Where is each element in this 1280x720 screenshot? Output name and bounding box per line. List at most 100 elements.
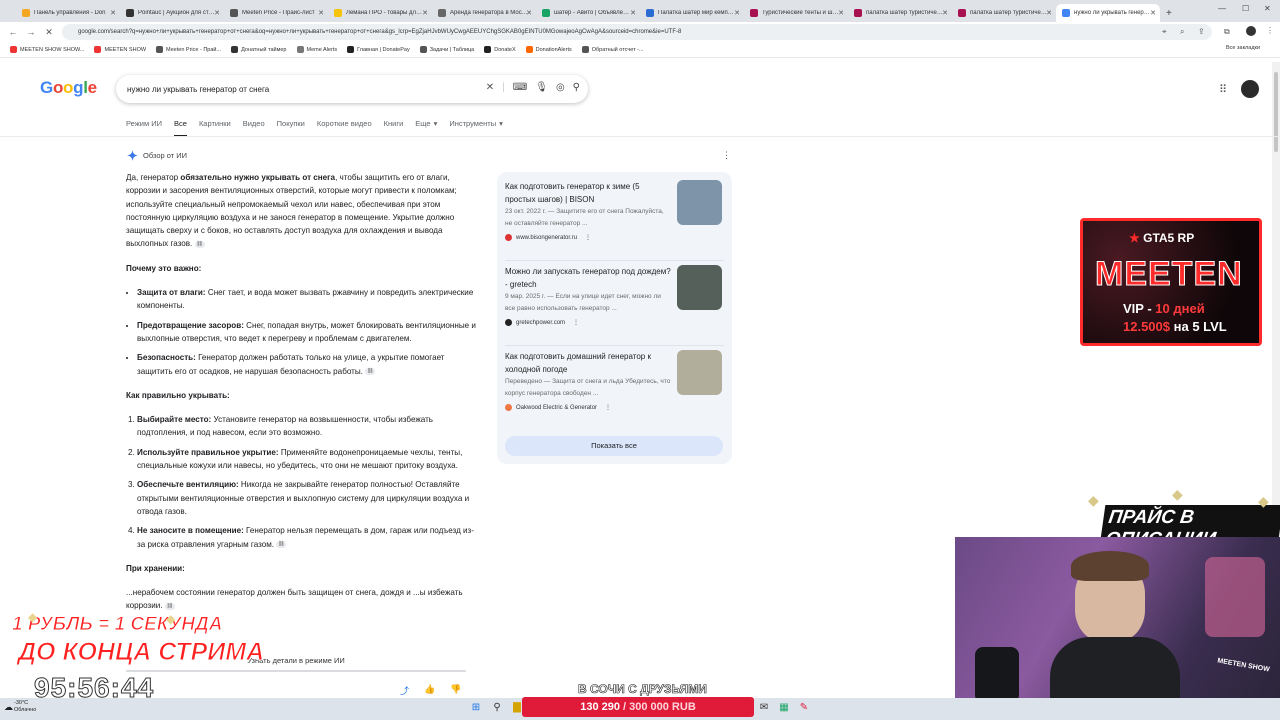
browser-tab[interactable]: Панель управления - Don ✕ bbox=[16, 4, 120, 22]
why-item: Защита от влаги: Снег тает, и вода может… bbox=[137, 286, 476, 313]
tab-close-icon[interactable]: ✕ bbox=[110, 9, 116, 17]
search-box[interactable]: нужно ли укрывать генератор от снега ✕ |… bbox=[116, 75, 588, 103]
browser-tab[interactable]: нужно ли укрывать генератор от снега✕ bbox=[1056, 4, 1160, 22]
source-title[interactable]: Как подготовить домашний генератор к хол… bbox=[505, 350, 671, 376]
thumbs-down-icon[interactable]: 👎 bbox=[450, 684, 461, 695]
tab-close-icon[interactable]: ✕ bbox=[318, 9, 324, 17]
source-more-icon[interactable]: ⋮ bbox=[573, 319, 579, 326]
maximize-icon[interactable]: ☐ bbox=[1242, 4, 1249, 13]
tab-close-icon[interactable]: ✕ bbox=[838, 9, 844, 17]
source-thumbnail[interactable] bbox=[677, 350, 722, 395]
source-title[interactable]: Можно ли запускать генератор под дождем?… bbox=[505, 265, 671, 291]
account-avatar[interactable] bbox=[1241, 80, 1259, 98]
location-icon[interactable]: ⌖ bbox=[1162, 27, 1167, 37]
source-snippet: 9 мар. 2025 г. — Если на улице идет снег… bbox=[505, 293, 661, 312]
weather-widget[interactable]: -30°C Облачно bbox=[14, 700, 36, 714]
search-tab[interactable]: Видео bbox=[243, 119, 265, 137]
search-input[interactable]: нужно ли укрывать генератор от снега bbox=[127, 85, 269, 94]
clear-icon[interactable]: ✕ bbox=[486, 82, 494, 93]
close-window-icon[interactable]: ✕ bbox=[1264, 4, 1271, 13]
taskbar-app-icon[interactable]: ✎ bbox=[798, 702, 810, 714]
browser-tab[interactable]: Pointauc | Аукцион для стримеров✕ bbox=[120, 4, 224, 22]
browser-tab[interactable]: палатка шатер туристическая ✕ bbox=[848, 4, 952, 22]
browser-tab[interactable]: палатка шатер туристическая ✕ bbox=[952, 4, 1056, 22]
browser-tab[interactable]: Аренда генератора в Москве ✕ bbox=[432, 4, 536, 22]
tab-close-icon[interactable]: ✕ bbox=[1046, 9, 1052, 17]
tab-close-icon[interactable]: ✕ bbox=[1150, 9, 1156, 17]
tab-close-icon[interactable]: ✕ bbox=[630, 9, 636, 17]
source-site[interactable]: www.bisongenerator.ru ⋮ bbox=[505, 234, 725, 241]
menu-icon[interactable]: ⋮ bbox=[1266, 26, 1274, 35]
browser-tab[interactable]: Туристические тенты и шатры ✕ bbox=[744, 4, 848, 22]
source-card[interactable]: Можно ли запускать генератор под дождем?… bbox=[505, 265, 725, 326]
new-tab-icon[interactable]: + bbox=[1166, 8, 1172, 19]
citation-link-icon[interactable]: ⛓ bbox=[194, 240, 205, 248]
search-tab[interactable]: Короткие видео bbox=[317, 119, 372, 137]
tab-close-icon[interactable]: ✕ bbox=[734, 9, 740, 17]
share-icon[interactable]: ⇪ bbox=[1198, 27, 1205, 36]
search-tab[interactable]: Режим ИИ bbox=[126, 119, 162, 137]
bookmark-item[interactable]: DonationAlerts bbox=[525, 46, 572, 53]
bookmark-item[interactable]: Главная | DonatePay bbox=[347, 46, 410, 53]
zoom-icon[interactable]: ⌕ bbox=[1180, 27, 1184, 37]
back-icon[interactable]: ← bbox=[8, 27, 18, 37]
bookmark-item[interactable]: Задачи | Таблица bbox=[419, 46, 474, 53]
all-bookmarks[interactable]: Все закладки bbox=[1226, 45, 1260, 51]
search-tab[interactable]: Картинки bbox=[199, 119, 231, 137]
tab-close-icon[interactable]: ✕ bbox=[214, 9, 220, 17]
source-thumbnail[interactable] bbox=[677, 180, 722, 225]
browser-tab[interactable]: Meeten Price - Прайс-лист ✕ bbox=[224, 4, 328, 22]
stop-icon[interactable]: ✕ bbox=[44, 27, 54, 38]
bookmark-label: Meme Alerts bbox=[306, 46, 338, 53]
taskbar-search-icon[interactable]: ⚲ bbox=[491, 702, 503, 714]
source-title[interactable]: Как подготовить генератор к зиме (5 прос… bbox=[505, 180, 671, 206]
share-result-icon[interactable]: ⤴ bbox=[400, 684, 409, 697]
source-card[interactable]: Как подготовить генератор к зиме (5 прос… bbox=[505, 180, 725, 241]
bookmark-item[interactable]: DonateX bbox=[484, 46, 516, 53]
tab-close-icon[interactable]: ✕ bbox=[942, 9, 948, 17]
url-field[interactable]: google.com/search?q=нужно+ли+укрывать+ге… bbox=[62, 24, 1212, 40]
thumbs-up-icon[interactable]: 👍 bbox=[424, 684, 435, 695]
bookmark-item[interactable]: Обратный отсчет -... bbox=[581, 46, 644, 53]
tab-close-icon[interactable]: ✕ bbox=[526, 9, 532, 17]
taskbar-sheets-icon[interactable]: ▦ bbox=[778, 702, 790, 714]
google-logo[interactable]: Google bbox=[40, 78, 97, 98]
browser-tab[interactable]: Лемана ПРО - товары для дома✕ bbox=[328, 4, 432, 22]
source-site[interactable]: Oakwood Electric & Generator ⋮ bbox=[505, 404, 725, 411]
tab-close-icon[interactable]: ✕ bbox=[422, 9, 428, 17]
minimize-icon[interactable]: — bbox=[1218, 4, 1226, 13]
keyboard-icon[interactable]: ⌨ bbox=[513, 82, 527, 93]
source-more-icon[interactable]: ⋮ bbox=[605, 404, 611, 411]
citation-link-icon[interactable]: ⛓ bbox=[365, 367, 376, 375]
source-more-icon[interactable]: ⋮ bbox=[585, 234, 591, 241]
bookmark-item[interactable]: MEETEN SHOW SHOW... bbox=[10, 46, 84, 53]
source-card[interactable]: Как подготовить домашний генератор к хол… bbox=[505, 350, 725, 411]
search-tab[interactable]: Все bbox=[174, 119, 187, 137]
apps-grid-icon[interactable]: ⠿ bbox=[1219, 83, 1227, 96]
search-tab[interactable]: Инструменты bbox=[449, 119, 496, 137]
search-icon[interactable]: ⚲ bbox=[573, 82, 580, 93]
search-tab[interactable]: Еще bbox=[415, 119, 430, 137]
browser-tab[interactable]: шатер - Авито | Объявления ✕ bbox=[536, 4, 640, 22]
extensions-icon[interactable]: ⧉ bbox=[1224, 27, 1230, 37]
bookmark-item[interactable]: Meme Alerts bbox=[296, 46, 338, 53]
profile-avatar[interactable] bbox=[1246, 26, 1256, 36]
scrollbar-thumb[interactable] bbox=[1274, 72, 1278, 152]
microphone-icon[interactable]: 🎙 bbox=[535, 82, 548, 93]
taskbar-app-icon[interactable]: ✉ bbox=[758, 702, 770, 714]
bookmark-item[interactable]: Meeten Price - Прай... bbox=[156, 46, 221, 53]
search-tab[interactable]: Покупки bbox=[277, 119, 305, 137]
source-thumbnail[interactable] bbox=[677, 265, 722, 310]
bookmark-item[interactable]: MEETEN SHOW bbox=[94, 46, 146, 53]
source-site[interactable]: gretechpower.com ⋮ bbox=[505, 319, 725, 326]
lens-icon[interactable]: ◎ bbox=[556, 82, 565, 93]
show-all-button[interactable]: Показать все bbox=[505, 436, 723, 456]
search-tab[interactable]: Книги bbox=[384, 119, 404, 137]
windows-start-icon[interactable]: ⊞ bbox=[470, 702, 482, 714]
citation-link-icon[interactable]: ⛓ bbox=[276, 540, 287, 548]
ai-more-options-icon[interactable]: ⋮ bbox=[722, 150, 731, 161]
forward-icon[interactable]: → bbox=[26, 27, 36, 37]
bookmark-item[interactable]: Донатный таймер bbox=[231, 46, 287, 53]
browser-tab[interactable]: Палатка шатер мир кемпинга ✕ bbox=[640, 4, 744, 22]
citation-link-icon[interactable]: ⛓ bbox=[164, 602, 175, 610]
